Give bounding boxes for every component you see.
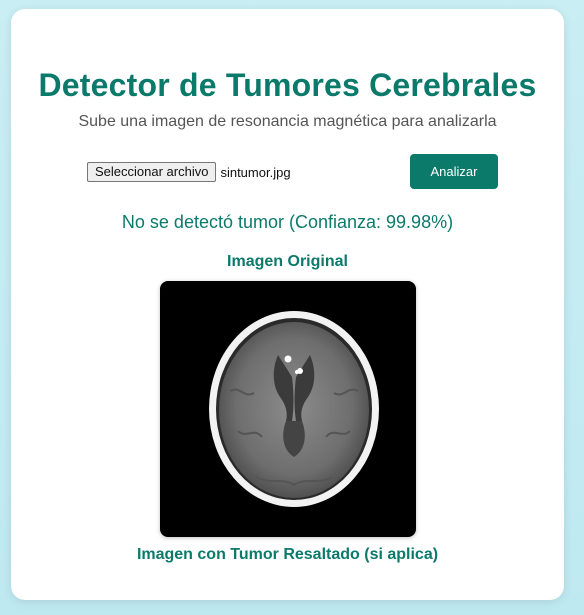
original-mri-image [160,281,416,537]
brain-scan-image [209,311,379,507]
original-image-label: Imagen Original [227,253,348,270]
detector-card: Detector de Tumores Cerebrales Sube una … [11,9,564,600]
select-file-button[interactable]: Seleccionar archivo [87,162,217,182]
page-title: Detector de Tumores Cerebrales [38,67,537,103]
highlighted-image-label: Imagen con Tumor Resaltado (si aplica) [136,546,439,563]
selected-file-name: sintumor.jpg [220,164,291,180]
result-text: No se detectó tumor (Confianza: 99.98%) [121,212,454,232]
analyze-button[interactable]: Analizar [410,154,498,189]
file-input[interactable]: Seleccionar archivo sintumor.jpg [87,161,291,183]
page-subtitle: Sube una imagen de resonancia magnética … [78,113,497,130]
